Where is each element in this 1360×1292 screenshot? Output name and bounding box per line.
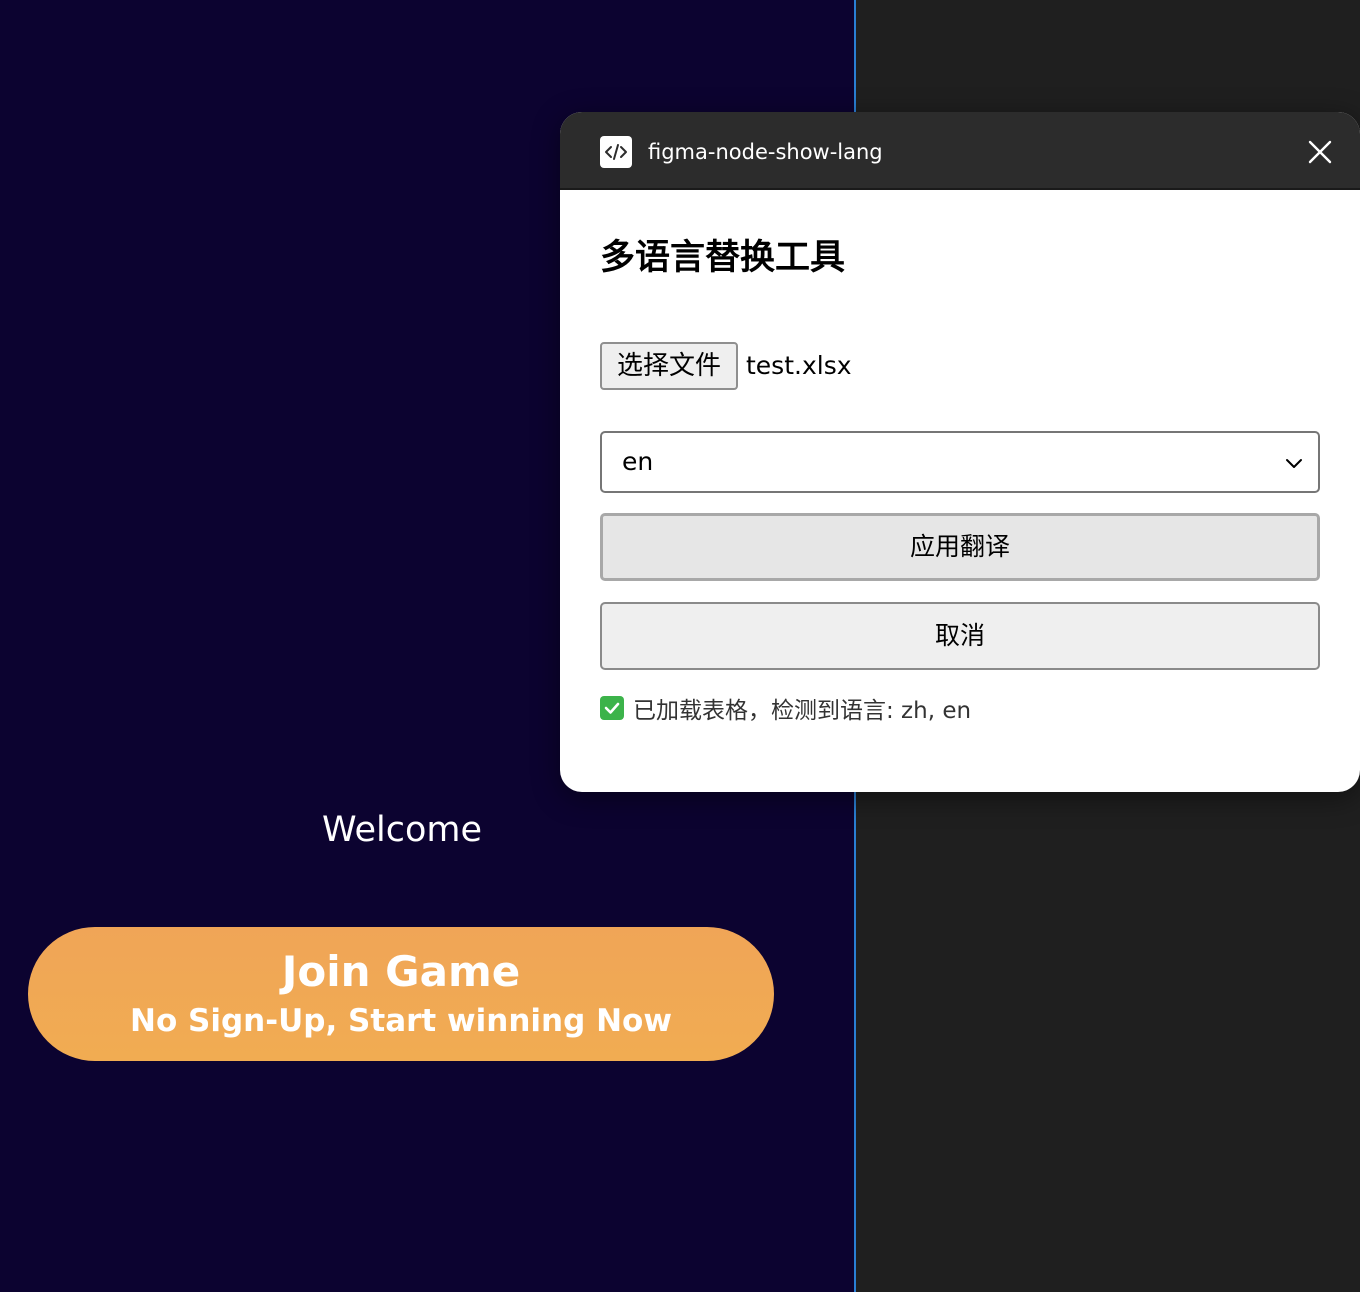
cancel-button[interactable]: 取消 (600, 602, 1320, 670)
plugin-title: figma-node-show-lang (648, 140, 883, 164)
language-select-value: en (622, 447, 654, 476)
plugin-window: figma-node-show-lang 多语言替换工具 选择文件 test.x… (560, 112, 1360, 792)
close-icon[interactable] (1306, 138, 1334, 166)
chevron-down-icon (1284, 453, 1304, 473)
join-game-button[interactable]: Join Game No Sign-Up, Start winning Now (28, 927, 774, 1061)
selected-file-name: test.xlsx (746, 351, 852, 380)
code-icon (600, 136, 632, 168)
status-text: 已加载表格，检测到语言: zh, en (633, 698, 972, 724)
join-game-subtitle: No Sign-Up, Start winning Now (130, 1003, 672, 1039)
check-icon (600, 696, 624, 720)
status-message: 已加载表格，检测到语言: zh, en (600, 690, 971, 726)
language-select[interactable]: en (600, 431, 1320, 493)
welcome-text: Welcome (321, 810, 483, 850)
choose-file-button[interactable]: 选择文件 (600, 342, 738, 390)
plugin-titlebar[interactable]: figma-node-show-lang (560, 112, 1360, 190)
join-game-title: Join Game (281, 947, 521, 996)
page-title: 多语言替换工具 (600, 238, 846, 278)
plugin-body: 多语言替换工具 选择文件 test.xlsx en 应用翻译 取消 已加载表格，… (560, 190, 1360, 792)
apply-translation-button[interactable]: 应用翻译 (600, 513, 1320, 581)
